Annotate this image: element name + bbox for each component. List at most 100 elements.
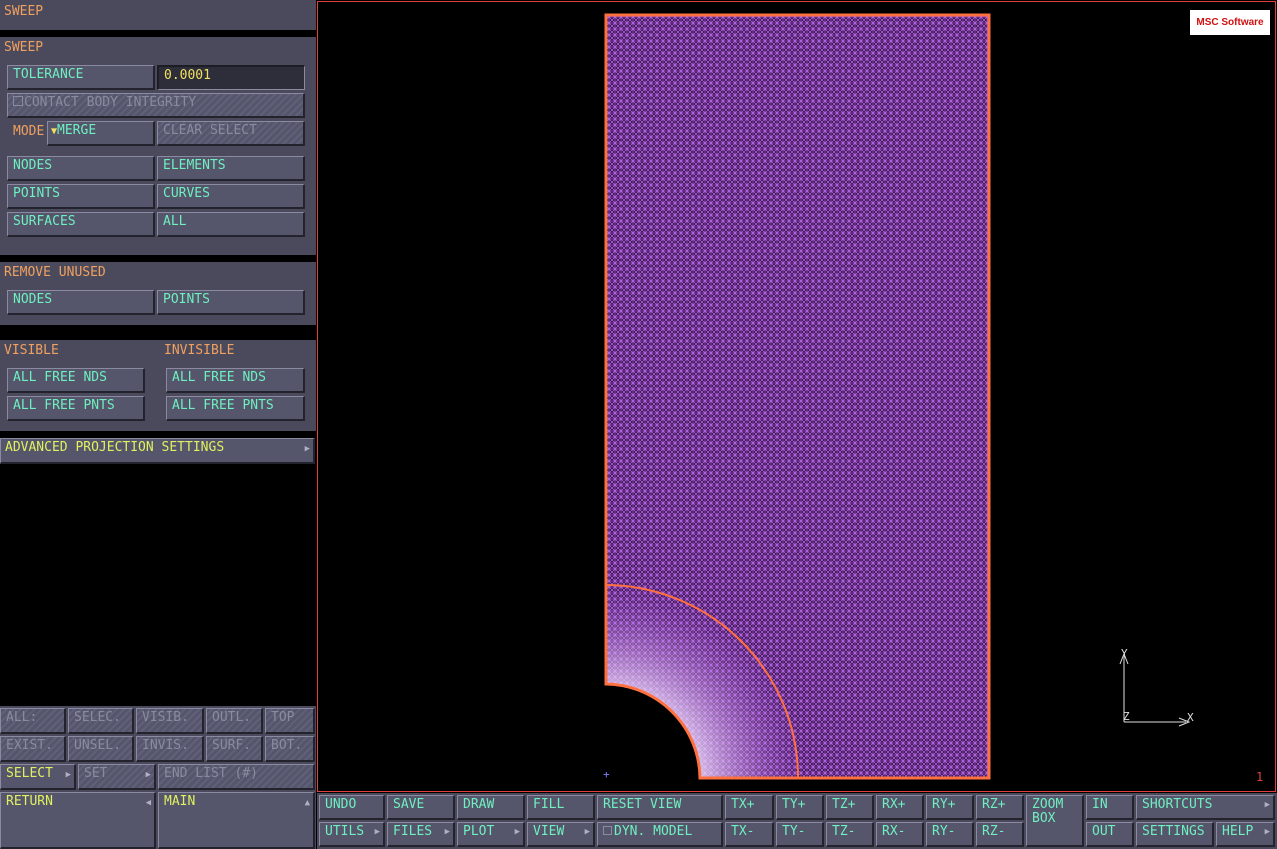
select-button[interactable]: SELECT ▶: [0, 764, 76, 790]
submenu-arrow-icon: ▶: [584, 827, 590, 837]
sweep-all-button[interactable]: ALL: [157, 212, 305, 237]
top-button: TOP: [265, 708, 315, 734]
contact-body-integrity-label: CONTACT BODY INTEGRITY: [24, 95, 197, 110]
mode-dropdown[interactable]: ▼MERGE: [47, 121, 155, 146]
submenu-arrow-icon: ▶: [145, 770, 151, 780]
help-button[interactable]: HELP ▶: [1216, 822, 1275, 847]
graphics-viewport[interactable]: MSC Software Y X Z + 1: [317, 1, 1276, 792]
dyn-model-toggle[interactable]: DYN. MODEL: [597, 822, 723, 847]
visible-all-free-nds-button[interactable]: ALL FREE NDS: [7, 368, 145, 393]
mode-label: MODE: [13, 124, 45, 139]
return-arrow-icon: ◀: [145, 798, 151, 808]
ry-minus-button[interactable]: RY-: [926, 822, 974, 847]
axis-y-label: Y: [1121, 647, 1128, 660]
ty-plus-button[interactable]: TY+: [776, 795, 824, 820]
submenu-arrow-icon: ▶: [304, 444, 310, 454]
axis-z-label: Z: [1123, 710, 1130, 723]
bot-button: BOT.: [265, 736, 315, 762]
panel-title: SWEEP: [4, 4, 44, 19]
draw-button[interactable]: DRAW: [457, 795, 525, 820]
return-label: RETURN: [6, 794, 53, 809]
return-button[interactable]: RETURN ◀: [0, 792, 156, 849]
rz-plus-button[interactable]: RZ+: [976, 795, 1024, 820]
sweep-surfaces-button[interactable]: SURFACES: [7, 212, 155, 237]
view-button[interactable]: VIEW ▶: [527, 822, 595, 847]
remove-unused-points-button[interactable]: POINTS: [157, 290, 305, 315]
zoom-box-button[interactable]: ZOOM BOX: [1026, 795, 1084, 847]
exist-button: EXIST.: [0, 736, 66, 762]
surf-button: SURF.: [206, 736, 263, 762]
help-label: HELP: [1222, 824, 1254, 839]
remove-unused-header: REMOVE UNUSED: [4, 265, 106, 280]
sweep-section: SWEEP TOLERANCE 0.0001 CONTACT BODY INTE…: [0, 37, 316, 255]
invisible-header: INVISIBLE: [164, 343, 235, 358]
invis-button: INVIS.: [136, 736, 204, 762]
advanced-projection-settings-label: ADVANCED PROJECTION SETTINGS: [5, 440, 225, 455]
checkbox-icon: [603, 826, 612, 835]
rx-minus-button[interactable]: RX-: [876, 822, 924, 847]
selection-area: ALL: SELEC. VISIB. OUTL. TOP EXIST. UNSE…: [0, 706, 316, 849]
visibility-section: VISIBLE INVISIBLE ALL FREE NDS ALL FREE …: [0, 340, 316, 431]
bottom-toolbar: UNDO SAVE DRAW FILL RESET VIEW TX+ TY+ T…: [317, 793, 1277, 849]
fill-button[interactable]: FILL: [527, 795, 595, 820]
shortcuts-button[interactable]: SHORTCUTS ▶: [1136, 795, 1275, 820]
main-button[interactable]: MAIN ▲: [158, 792, 315, 849]
logo-text: MSC Software: [1196, 17, 1264, 28]
plot-button[interactable]: PLOT ▶: [457, 822, 525, 847]
plot-label: PLOT: [463, 824, 495, 839]
utils-label: UTILS: [325, 824, 365, 839]
settings-button[interactable]: SETTINGS: [1136, 822, 1214, 847]
remove-unused-nodes-button[interactable]: NODES: [7, 290, 155, 315]
remove-unused-section: REMOVE UNUSED NODES POINTS: [0, 262, 316, 325]
submenu-arrow-icon: ▶: [1264, 800, 1270, 810]
submenu-arrow-icon: ▶: [65, 770, 71, 780]
ry-plus-button[interactable]: RY+: [926, 795, 974, 820]
sweep-curves-button[interactable]: CURVES: [157, 184, 305, 209]
sweep-elements-button[interactable]: ELEMENTS: [157, 156, 305, 181]
zoom-in-button[interactable]: IN: [1086, 795, 1134, 820]
rx-plus-button[interactable]: RX+: [876, 795, 924, 820]
set-label: SET: [84, 766, 108, 781]
set-button: SET ▶: [78, 764, 156, 790]
tx-plus-button[interactable]: TX+: [725, 795, 774, 820]
end-list-button: END LIST (#): [158, 764, 315, 790]
tz-minus-button[interactable]: TZ-: [826, 822, 874, 847]
utils-button[interactable]: UTILS ▶: [319, 822, 385, 847]
save-button[interactable]: SAVE: [387, 795, 455, 820]
zoom-out-button[interactable]: OUT: [1086, 822, 1134, 847]
submenu-arrow-icon: ▶: [514, 827, 520, 837]
files-button[interactable]: FILES ▶: [387, 822, 455, 847]
select-all-button: ALL:: [0, 708, 66, 734]
main-arrow-icon: ▲: [304, 798, 310, 808]
msc-software-logo: MSC Software: [1190, 10, 1270, 35]
submenu-arrow-icon: ▶: [374, 827, 380, 837]
axis-x-label: X: [1187, 711, 1194, 724]
reset-view-button[interactable]: RESET VIEW: [597, 795, 723, 820]
tz-plus-button[interactable]: TZ+: [826, 795, 874, 820]
sweep-points-button[interactable]: POINTS: [7, 184, 155, 209]
undo-button[interactable]: UNDO: [319, 795, 385, 820]
rz-minus-button[interactable]: RZ-: [976, 822, 1024, 847]
visible-all-free-pnts-button[interactable]: ALL FREE PNTS: [7, 396, 145, 421]
mode-value: MERGE: [57, 123, 97, 138]
sweep-nodes-button[interactable]: NODES: [7, 156, 155, 181]
clear-select-button: CLEAR SELECT: [157, 121, 305, 146]
invisible-all-free-pnts-button[interactable]: ALL FREE PNTS: [166, 396, 305, 421]
view-label: VIEW: [533, 824, 565, 839]
tolerance-input[interactable]: 0.0001: [157, 65, 305, 90]
axis-triad: [1119, 652, 1191, 727]
files-label: FILES: [393, 824, 433, 839]
sweep-title-bar: SWEEP: [0, 0, 316, 30]
main-label: MAIN: [164, 794, 196, 809]
tx-minus-button[interactable]: TX-: [725, 822, 774, 847]
sweep-header: SWEEP: [4, 40, 44, 55]
submenu-arrow-icon: ▶: [444, 827, 450, 837]
advanced-projection-settings-button[interactable]: ADVANCED PROJECTION SETTINGS ▶: [0, 438, 315, 464]
shortcuts-label: SHORTCUTS: [1142, 797, 1213, 812]
ty-minus-button[interactable]: TY-: [776, 822, 824, 847]
mesh-model: [604, 13, 1191, 780]
outl-button: OUTL.: [206, 708, 263, 734]
tolerance-button[interactable]: TOLERANCE: [7, 65, 155, 90]
invisible-all-free-nds-button[interactable]: ALL FREE NDS: [166, 368, 305, 393]
selec-button: SELEC.: [68, 708, 134, 734]
